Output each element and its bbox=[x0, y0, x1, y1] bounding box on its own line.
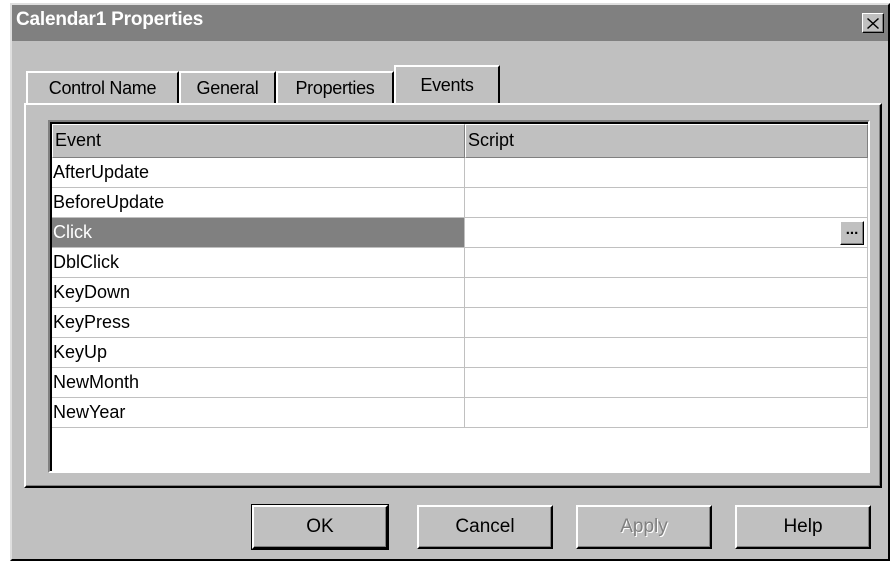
script-cell[interactable] bbox=[464, 188, 868, 218]
column-header-script[interactable]: Script bbox=[464, 124, 868, 158]
close-button[interactable] bbox=[862, 13, 884, 33]
tab-general[interactable]: General bbox=[179, 71, 276, 103]
event-row-keydown[interactable]: KeyDown bbox=[52, 278, 868, 308]
title-bar[interactable]: Calendar1 Properties bbox=[12, 5, 888, 41]
grid-header: Event Script bbox=[52, 124, 868, 158]
event-name-cell[interactable]: KeyDown bbox=[52, 278, 465, 308]
event-row-newyear[interactable]: NewYear bbox=[52, 398, 868, 428]
tab-properties[interactable]: Properties bbox=[276, 71, 394, 103]
script-cell[interactable] bbox=[464, 368, 868, 398]
close-icon bbox=[867, 17, 879, 29]
event-row-keypress[interactable]: KeyPress bbox=[52, 308, 868, 338]
dialog-title: Calendar1 Properties bbox=[16, 9, 204, 30]
script-cell[interactable] bbox=[464, 308, 868, 338]
script-builder-button[interactable]: ... bbox=[840, 221, 864, 245]
event-row-keyup[interactable]: KeyUp bbox=[52, 338, 868, 368]
event-name-cell[interactable]: BeforeUpdate bbox=[52, 188, 465, 218]
events-grid: Event Script AfterUpdate BeforeUpdate Cl… bbox=[48, 120, 870, 473]
properties-dialog: Calendar1 Properties Control Name Genera… bbox=[10, 3, 890, 561]
event-name-cell[interactable]: NewYear bbox=[52, 398, 465, 428]
events-panel: Event Script AfterUpdate BeforeUpdate Cl… bbox=[24, 103, 882, 488]
event-row-newmonth[interactable]: NewMonth bbox=[52, 368, 868, 398]
event-name-cell[interactable]: DblClick bbox=[52, 248, 465, 278]
tab-events[interactable]: Events bbox=[394, 65, 500, 103]
cancel-button[interactable]: Cancel bbox=[417, 505, 553, 549]
apply-button[interactable]: Apply bbox=[576, 505, 712, 549]
script-cell[interactable] bbox=[464, 398, 868, 428]
tab-label: Events bbox=[420, 74, 474, 95]
event-row-beforeupdate[interactable]: BeforeUpdate bbox=[52, 188, 868, 218]
event-name-cell[interactable]: NewMonth bbox=[52, 368, 465, 398]
tab-label: Properties bbox=[295, 77, 375, 98]
script-cell[interactable] bbox=[464, 158, 868, 188]
event-row-click[interactable]: Click ... bbox=[52, 218, 868, 248]
script-cell[interactable] bbox=[464, 338, 868, 368]
tab-control-name[interactable]: Control Name bbox=[26, 71, 179, 103]
event-name-cell[interactable]: KeyUp bbox=[52, 338, 465, 368]
event-name-cell[interactable]: KeyPress bbox=[52, 308, 465, 338]
ok-button[interactable]: OK bbox=[251, 504, 389, 550]
script-cell[interactable] bbox=[464, 248, 868, 278]
help-button[interactable]: Help bbox=[735, 505, 871, 549]
event-name-cell[interactable]: Click bbox=[52, 218, 465, 248]
script-cell[interactable]: ... bbox=[464, 218, 868, 248]
event-name-cell[interactable]: AfterUpdate bbox=[52, 158, 465, 188]
tab-label: Control Name bbox=[48, 77, 157, 98]
event-row-afterupdate[interactable]: AfterUpdate bbox=[52, 158, 868, 188]
event-row-dblclick[interactable]: DblClick bbox=[52, 248, 868, 278]
tab-label: General bbox=[196, 77, 259, 98]
script-cell[interactable] bbox=[464, 278, 868, 308]
column-header-event[interactable]: Event bbox=[52, 124, 465, 158]
